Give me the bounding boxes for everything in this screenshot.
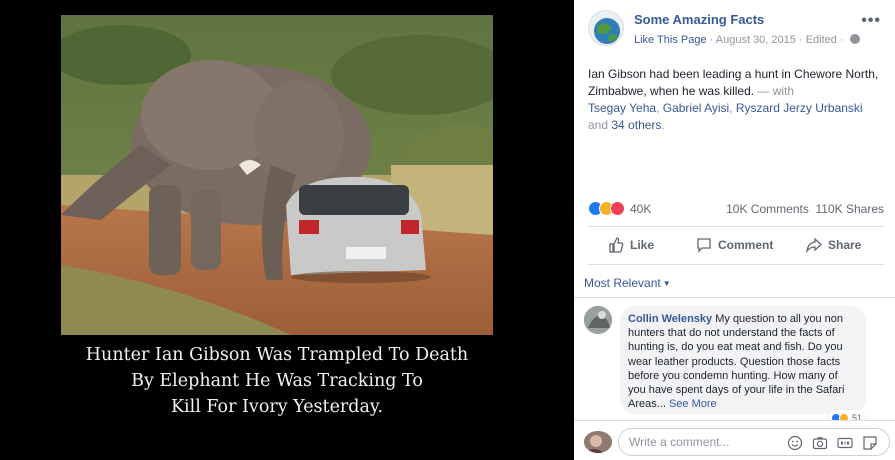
comment-bubble: Collin Welensky My question to all you n… [620, 306, 866, 414]
engagement-stats: 10K Comments 110K Shares [726, 202, 884, 216]
caption-line: Kill For Ivory Yesterday. [170, 397, 384, 417]
post-date[interactable]: August 30, 2015 [716, 34, 796, 46]
camera-icon[interactable] [812, 435, 828, 451]
post-meta: Like This Page · August 30, 2015 · Edite… [634, 34, 860, 46]
image-caption: Hunter Ian Gibson Was Trampled To Death … [61, 342, 493, 420]
and-label: and [588, 118, 609, 132]
post-panel: Some Amazing Facts Like This Page · Augu… [574, 0, 895, 460]
sticker-icon[interactable] [862, 435, 878, 451]
like-label: Like [630, 238, 655, 252]
post-text: Ian Gibson had been leading a hunt in Ch… [588, 67, 879, 132]
globe-logo-icon [589, 11, 623, 45]
avatar-photo [584, 306, 612, 334]
post-actions: Like Comment Share [588, 232, 884, 258]
gif-icon[interactable] [837, 435, 853, 451]
caption-line: By Elephant He Was Tracking To [131, 371, 423, 391]
comment-label: Comment [718, 238, 774, 252]
photo-viewer: Hunter Ian Gibson Was Trampled To Death … [0, 0, 895, 460]
comment-text: My question to all you non hunters that … [628, 313, 845, 411]
meta-separator: · [839, 34, 847, 46]
divider [588, 226, 884, 227]
reactions-summary: 40K 10K Comments 110K Shares [588, 200, 884, 218]
caption-line: Hunter Ian Gibson Was Trampled To Death [85, 345, 469, 365]
share-arrow-icon [806, 237, 822, 253]
comment-bubble-icon [697, 238, 711, 253]
like-button[interactable]: Like [608, 232, 654, 258]
comment-composer-row [574, 420, 895, 460]
comment-button[interactable]: Comment [696, 232, 773, 258]
public-globe-icon[interactable] [849, 34, 860, 44]
with-label: — with [754, 84, 795, 98]
tagged-person[interactable]: Gabriel Ayisi [663, 101, 729, 115]
divider [588, 264, 884, 265]
comments-count[interactable]: 10K Comments [726, 202, 809, 216]
shares-count[interactable]: 110K Shares [816, 202, 885, 216]
love-reaction-icon [610, 201, 625, 216]
meta-separator: · [798, 34, 806, 46]
divider [574, 297, 895, 298]
post-header: Some Amazing Facts Like This Page · Augu… [574, 0, 895, 60]
commenter-avatar[interactable] [584, 306, 612, 334]
more-options-icon[interactable]: ••• [861, 12, 881, 30]
page-avatar[interactable] [588, 10, 624, 46]
avatar-photo [584, 431, 612, 453]
current-user-avatar [584, 431, 612, 453]
sort-label: Most Relevant [584, 276, 661, 290]
caret-down-icon: ▼ [662, 279, 671, 288]
like-page-link[interactable]: Like This Page [634, 34, 707, 46]
see-more-link[interactable]: See More [669, 398, 717, 410]
reaction-count[interactable]: 40K [630, 202, 651, 216]
tagged-person[interactable]: Tsegay Yeha [588, 101, 656, 115]
share-button[interactable]: Share [806, 232, 861, 258]
tagged-others-link[interactable]: 34 others [611, 118, 661, 132]
edited-label[interactable]: Edited [806, 34, 837, 46]
tagged-person[interactable]: Ryszard Jerzy Urbanski [736, 101, 863, 115]
comment-input[interactable] [629, 434, 779, 450]
comment-sort-dropdown[interactable]: Most Relevant ▼ [584, 276, 671, 290]
comment-author[interactable]: Collin Welensky [628, 313, 712, 325]
thumbs-up-icon [609, 237, 624, 253]
comment-composer[interactable] [618, 428, 890, 456]
share-label: Share [828, 238, 862, 252]
page-name-link[interactable]: Some Amazing Facts [634, 12, 764, 27]
post-photo[interactable] [61, 15, 493, 335]
smiley-icon[interactable] [787, 435, 803, 451]
post-body: Ian Gibson had been leading a hunt in Ch… [588, 67, 879, 98]
media-area: Hunter Ian Gibson Was Trampled To Death … [0, 0, 574, 460]
elephant-car-image [61, 15, 493, 335]
